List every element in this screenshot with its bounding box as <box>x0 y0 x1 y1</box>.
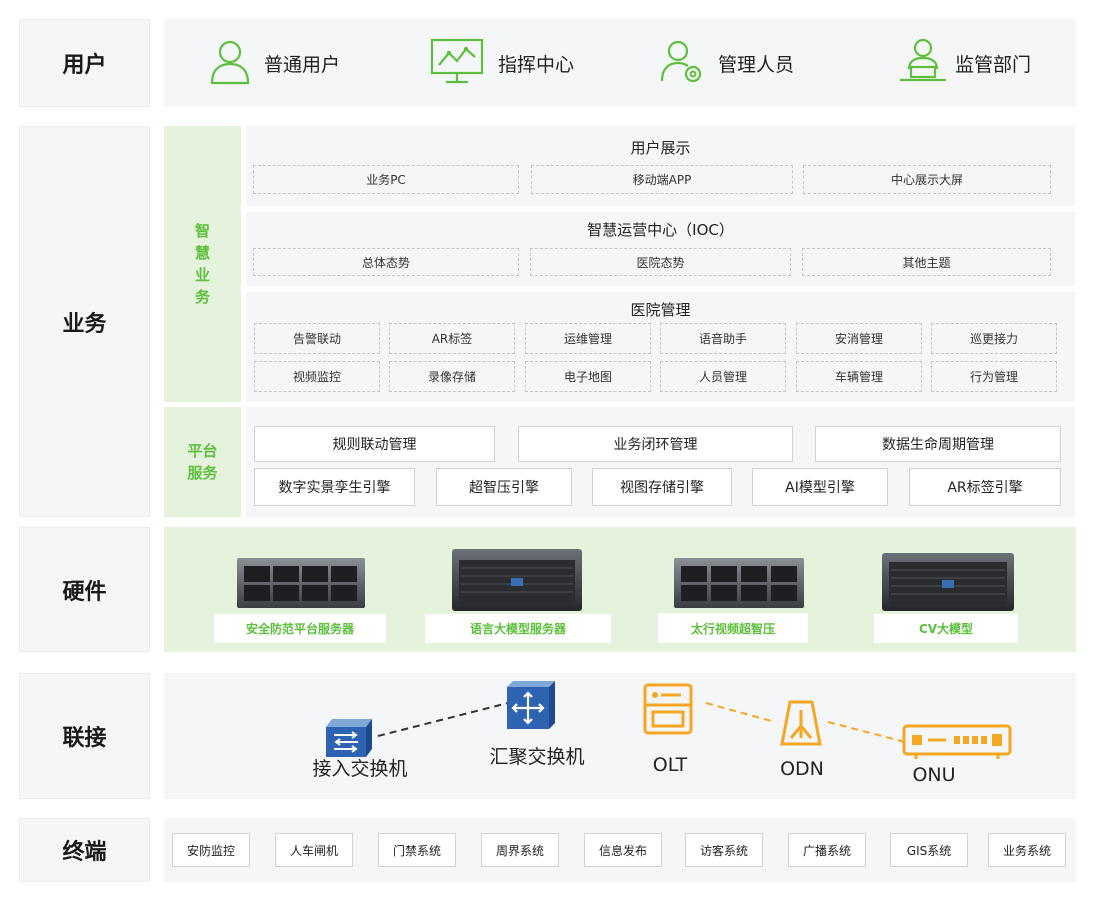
agg-switch-label: 汇聚交换机 <box>489 746 585 768</box>
onu-icon <box>902 724 1012 760</box>
odn-icon <box>776 698 826 748</box>
odn-label: ODN <box>780 758 824 780</box>
access-switch-icon <box>326 719 372 757</box>
aggregation-switch-icon <box>507 681 555 729</box>
terminal-item: 访客系统 <box>685 833 763 867</box>
terminal-item: GIS系统 <box>890 833 968 867</box>
terminal-item: 人车闸机 <box>275 833 353 867</box>
terminal-item: 广播系统 <box>788 833 866 867</box>
terminal-item: 安防监控 <box>172 833 250 867</box>
terminal-item: 信息发布 <box>584 833 662 867</box>
olt-icon <box>643 683 693 735</box>
olt-label: OLT <box>652 754 688 776</box>
onu-label: ONU <box>912 764 956 786</box>
terminal-item: 业务系统 <box>988 833 1066 867</box>
access-switch-label: 接入交换机 <box>312 758 408 780</box>
terminal-item: 门禁系统 <box>378 833 456 867</box>
terminal-item: 周界系统 <box>481 833 559 867</box>
